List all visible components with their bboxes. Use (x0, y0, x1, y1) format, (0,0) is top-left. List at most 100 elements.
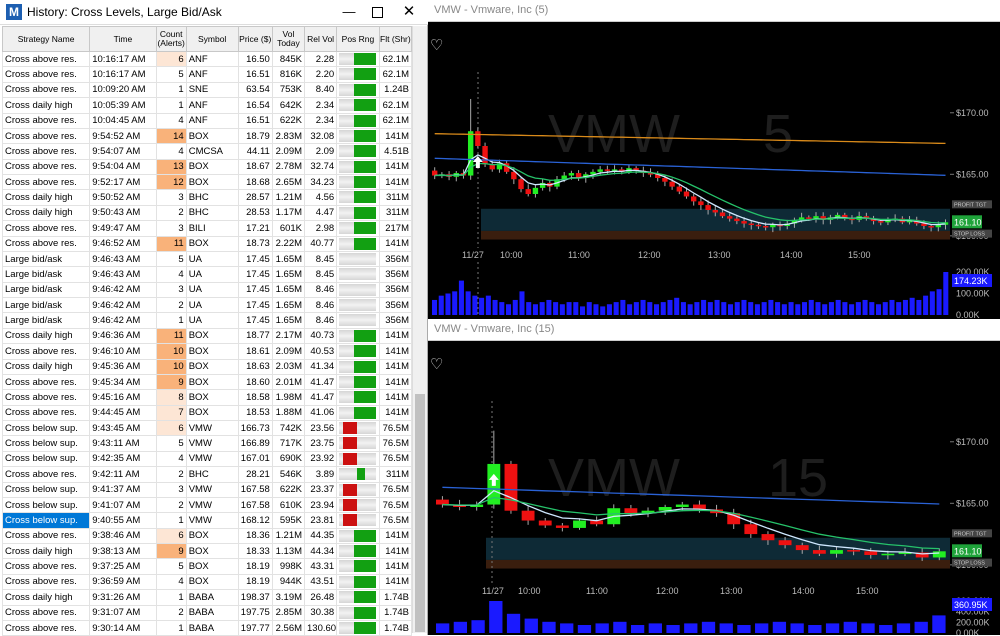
cell-symbol: BOX (185, 358, 239, 375)
alerts-titlebar[interactable]: M History: Cross Levels, Large Bid/Ask —… (0, 0, 428, 25)
table-row[interactable]: Cross daily high 9:50:52 AM 3 BHC 28.57 1.21M… (1, 189, 413, 206)
table-row[interactable]: Cross daily high 9:45:36 AM 10 BOX 18.63 2.03… (1, 358, 413, 375)
cell-strategy: Cross daily high (1, 97, 91, 114)
table-row[interactable]: Cross daily high 10:05:39 AM 1 ANF 16.54 642K… (1, 97, 413, 114)
cell-vol: 601K (271, 220, 306, 237)
table-row[interactable]: Cross above res. 9:54:04 AM 13 BOX 18.67 2.78… (1, 158, 413, 176)
table-row[interactable]: Cross above res. 9:30:14 AM 1 BABA 197.77 2.5… (1, 619, 413, 636)
table-row[interactable]: Cross daily high 9:38:13 AM 9 BOX 18.33 1.13M… (1, 542, 413, 560)
table-row[interactable]: Cross above res. 9:52:17 AM 12 BOX 18.68 2.65… (1, 173, 413, 191)
volume-bar (808, 625, 822, 633)
table-row[interactable]: Cross below sup. 9:42:35 AM 4 VMW 167.01 690K… (1, 450, 413, 468)
table-row[interactable]: Cross below sup. 9:41:07 AM 2 VMW 167.58 610K… (1, 496, 413, 514)
col-header-pos-rng[interactable]: Pos Rng (336, 26, 380, 52)
pos-range-cell (336, 143, 380, 160)
chart-canvas-5min[interactable]: VMW5$170.00$165.00$160.00PROFIT TGTSTOP … (428, 22, 1000, 319)
cell-flt: 141M (378, 173, 413, 191)
table-row[interactable]: Cross above res. 9:46:52 AM 11 BOX 18.73 2.22… (1, 235, 413, 252)
pos-range-fill (354, 375, 377, 388)
chart-titlebar-15min[interactable]: VMW - Vmware, Inc (15) (428, 319, 1000, 341)
table-row[interactable]: Cross below sup. 9:41:37 AM 3 VMW 167.58 622K… (1, 481, 413, 498)
table-row[interactable]: Large bid/ask 9:46:43 AM 4 UA 17.45 1.65M 8.45… (1, 266, 413, 283)
scrollbar-thumb[interactable] (415, 394, 425, 632)
table-row[interactable]: Cross above res. 9:44:45 AM 7 BOX 18.53 1.88M… (1, 404, 413, 422)
candle (504, 463, 518, 511)
col-header-count[interactable]: Count (Alerts) (155, 26, 187, 52)
volume-bar (701, 299, 707, 315)
table-row[interactable]: Cross above res. 9:46:10 AM 10 BOX 18.61 2.09… (1, 343, 413, 360)
table-row[interactable]: Large bid/ask 9:46:42 AM 2 UA 17.45 1.65M 8.46… (1, 296, 413, 314)
table-row[interactable]: Cross above res. 10:09:20 AM 1 SNE 63.54 753K… (1, 81, 413, 99)
table-row[interactable]: Cross above res. 9:54:52 AM 14 BOX 18.79 2.83… (1, 127, 413, 145)
col-header-price[interactable]: Price ($) (237, 26, 273, 52)
ma-200-line (434, 133, 946, 145)
maximize-icon (371, 7, 383, 18)
cell-rel: 26.48 (304, 589, 338, 606)
volume-bar (879, 625, 893, 633)
chart-titlebar-5min[interactable]: VMW - Vmware, Inc (5) (428, 0, 1000, 22)
cell-symbol: BOX (185, 373, 239, 391)
candle (436, 499, 449, 505)
table-row[interactable]: Large bid/ask 9:46:42 AM 1 UA 17.45 1.65M 8.46… (1, 312, 413, 329)
table-row[interactable]: Cross above res. 9:37:25 AM 5 BOX 18.19 998K 4… (1, 558, 413, 575)
candle (812, 550, 826, 554)
table-row[interactable]: Large bid/ask 9:46:43 AM 5 UA 17.45 1.65M 8.45… (1, 250, 413, 268)
col-header-strategy[interactable]: Strategy Name (1, 26, 91, 52)
volume-bar (929, 291, 935, 315)
alerts-scrollbar[interactable] (412, 26, 427, 633)
col-header-vol-today[interactable]: Vol Today (271, 26, 306, 52)
volume-bar (876, 304, 882, 315)
table-row[interactable]: Cross above res. 9:54:07 AM 4 CMCSA 44.11 2.0… (1, 143, 413, 160)
volume-bar (542, 621, 556, 633)
table-row[interactable]: Cross daily high 9:50:43 AM 2 BHC 28.53 1.17M… (1, 204, 413, 222)
table-row[interactable]: Cross above res. 9:38:46 AM 6 BOX 18.36 1.21M… (1, 527, 413, 545)
cell-count: 9 (155, 373, 187, 391)
table-row[interactable]: Cross below sup. 9:40:55 AM 1 VMW 168.12 595K… (1, 512, 413, 529)
volume-bar (532, 304, 538, 315)
cell-price: 18.63 (237, 358, 273, 375)
cell-count: 5 (155, 250, 187, 268)
pos-range-cell (336, 189, 380, 206)
table-row[interactable]: Cross above res. 9:42:11 AM 2 BHC 28.21 546K 3… (1, 466, 413, 483)
pos-range-cell (336, 558, 380, 575)
volume-bar (768, 299, 774, 315)
table-row[interactable]: Cross daily high 9:31:26 AM 1 BABA 198.37 3.1… (1, 589, 413, 606)
cell-time: 9:54:52 AM (89, 127, 157, 145)
pos-range-fill (343, 483, 358, 496)
table-row[interactable]: Cross above res. 9:49:47 AM 3 BILI 17.21 601K… (1, 220, 413, 237)
minimize-button[interactable]: — (336, 2, 362, 22)
candle (778, 540, 792, 546)
col-header-time[interactable]: Time (89, 26, 157, 52)
cell-price: 18.36 (237, 527, 273, 545)
table-row[interactable]: Cross below sup. 9:43:11 AM 5 VMW 166.89 717K… (1, 435, 413, 452)
pos-range-cell (336, 97, 380, 114)
table-row[interactable]: Cross daily high 9:46:36 AM 11 BOX 18.77 2.17… (1, 327, 413, 345)
col-header-symbol[interactable]: Symbol (185, 26, 239, 52)
table-row[interactable]: Cross above res. 10:16:17 AM 6 ANF 16.50 845K… (1, 50, 413, 68)
table-row[interactable]: Cross above res. 10:16:17 AM 5 ANF 16.51 816K… (1, 66, 413, 83)
col-header-rel-vol[interactable]: Rel Vol (304, 26, 338, 52)
cell-strategy: Cross above res. (1, 404, 91, 422)
cell-rel: 32.74 (304, 158, 338, 176)
volume-bar (869, 302, 875, 315)
col-header-float[interactable]: Flt (Shr) (378, 26, 413, 52)
table-row[interactable]: Large bid/ask 9:46:42 AM 3 UA 17.45 1.65M 8.46… (1, 281, 413, 299)
pos-range-fill (354, 591, 377, 604)
table-row[interactable]: Cross above res. 10:04:45 AM 4 ANF 16.51 622K… (1, 112, 413, 129)
table-row[interactable]: Cross above res. 9:36:59 AM 4 BOX 18.19 944K 4… (1, 573, 413, 591)
cell-symbol: BABA (185, 619, 239, 636)
cell-symbol: SNE (185, 81, 239, 99)
table-row[interactable]: Cross above res. 9:31:07 AM 2 BABA 197.75 2.8… (1, 604, 413, 621)
cell-flt: 141M (378, 389, 413, 406)
chart-canvas-15min[interactable]: VMW15$170.00$165.00$160.00PROFIT TGTSTOP… (428, 341, 1000, 635)
maximize-button[interactable] (364, 2, 390, 22)
close-button[interactable]: ✕ (396, 2, 422, 22)
table-row[interactable]: Cross below sup. 9:43:45 AM 6 VMW 166.73 742K… (1, 419, 413, 437)
cell-time: 9:46:43 AM (89, 250, 157, 268)
table-row[interactable]: Cross above res. 9:45:34 AM 9 BOX 18.60 2.01M… (1, 373, 413, 391)
volume-bar (855, 302, 861, 315)
cell-strategy: Cross above res. (1, 389, 91, 406)
cell-count: 2 (155, 204, 187, 222)
table-row[interactable]: Cross above res. 9:45:16 AM 8 BOX 18.58 1.98M… (1, 389, 413, 406)
cell-flt: 141M (378, 343, 413, 360)
